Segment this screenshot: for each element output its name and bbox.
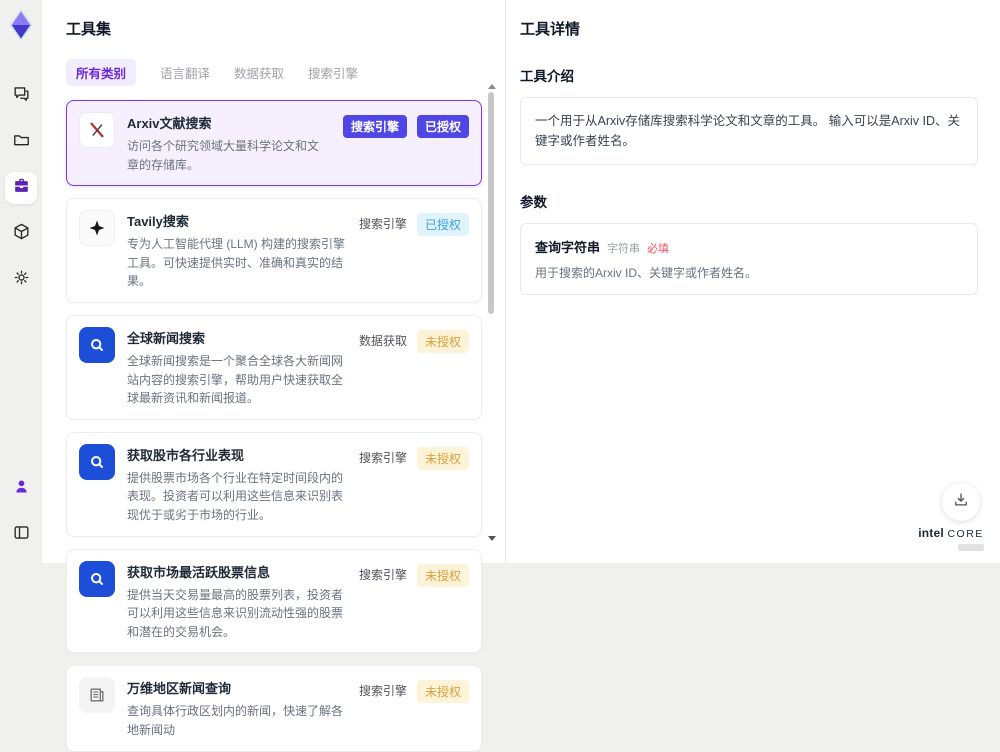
tab-translation[interactable]: 语言翻译 xyxy=(160,59,210,86)
tool-description: 提供股票市场各个行业在特定时间段内的表现。投资者可以利用这些信息来识别表现优于或… xyxy=(127,470,344,522)
sidebar-item-tools[interactable] xyxy=(5,172,37,204)
tool-card-regional-news[interactable]: 万维地区新闻查询 查询具体行政区划内的新闻，快速了解各地新闻动 搜索引擎 未授权 xyxy=(66,665,482,752)
tool-card-most-active-stocks[interactable]: 获取市场最活跃股票信息 提供当天交易量最高的股票列表，投资者可以利用这些信息来识… xyxy=(66,548,482,654)
detail-title: 工具详情 xyxy=(520,21,581,38)
sidebar-item-plugins[interactable] xyxy=(5,218,37,250)
param-name: 查询字符串 xyxy=(535,240,601,255)
category-badge: 搜索引擎 xyxy=(342,115,407,138)
tool-name: Tavily搜索 xyxy=(127,214,189,230)
scroll-up-arrow[interactable] xyxy=(488,84,496,89)
tool-name: 全球新闻搜索 xyxy=(127,330,206,346)
tab-data-fetch[interactable]: 数据获取 xyxy=(234,59,284,86)
tool-description: 访问各个研究领域大量科学论文和文章的存储库。 xyxy=(127,139,320,172)
param-required-flag: 必填 xyxy=(647,243,670,255)
sidebar-item-collapse[interactable] xyxy=(5,519,37,551)
intro-heading: 工具介绍 xyxy=(520,69,574,84)
download-icon xyxy=(952,491,970,514)
status-badge: 已授权 xyxy=(416,213,469,237)
app-logo xyxy=(4,8,38,42)
sidebar-item-user[interactable] xyxy=(5,473,37,505)
gear-icon xyxy=(12,268,31,292)
sidebar-item-files[interactable] xyxy=(5,126,37,158)
tool-name: Arxiv文献搜索 xyxy=(127,116,212,131)
brand-core-text: CORE xyxy=(947,528,984,540)
scroll-down-arrow[interactable] xyxy=(488,536,496,541)
status-badge: 未授权 xyxy=(416,680,469,704)
tool-name: 万维地区新闻查询 xyxy=(127,681,232,697)
tavily-star-icon xyxy=(79,210,115,247)
chat-icon xyxy=(12,84,31,108)
category-label: 搜索引擎 xyxy=(358,450,407,465)
status-badge: 已授权 xyxy=(416,115,469,138)
param-type: 字符串 xyxy=(607,243,641,255)
category-label: 搜索引擎 xyxy=(358,567,407,582)
toolbox-icon xyxy=(12,176,31,200)
cube-icon xyxy=(12,222,31,246)
status-badge: 未授权 xyxy=(416,563,469,587)
list-scrollbar[interactable] xyxy=(487,84,496,563)
stock-search-icon xyxy=(79,560,115,597)
user-icon xyxy=(12,477,31,501)
tool-description: 提供当天交易量最高的股票列表，投资者可以利用这些信息来识别流动性强的股票和潜在的… xyxy=(127,587,344,639)
category-label: 搜索引擎 xyxy=(358,684,407,699)
intro-text: 一个用于从Arxiv存储库搜索科学论文和文章的工具。 输入可以是Arxiv ID… xyxy=(535,114,961,148)
tool-name: 获取市场最活跃股票信息 xyxy=(127,564,271,580)
news-search-icon xyxy=(79,326,115,363)
tool-list: Arxiv文献搜索 访问各个研究领域大量科学论文和文章的存储库。 搜索引擎 已授… xyxy=(66,100,482,752)
newspaper-icon xyxy=(79,677,115,714)
tool-name: 获取股市各行业表现 xyxy=(127,447,245,463)
scrollbar-thumb[interactable] xyxy=(488,92,494,314)
param-box: 查询字符串 字符串 必填 用于搜索的Arxiv ID、关键字或作者姓名。 xyxy=(520,223,978,295)
params-heading: 参数 xyxy=(520,195,547,210)
folder-icon xyxy=(12,130,31,154)
stock-search-icon xyxy=(79,443,115,480)
tab-all-categories[interactable]: 所有类别 xyxy=(66,59,137,86)
tool-card-global-news[interactable]: 全球新闻搜索 全球新闻搜索是一个聚合全球各大新闻网站内容的搜索引擎，帮助用户快速… xyxy=(66,314,482,420)
arxiv-icon xyxy=(79,112,115,148)
status-badge: 未授权 xyxy=(416,329,469,353)
panel-toggle-icon xyxy=(12,523,31,547)
sidebar-item-chat[interactable] xyxy=(5,80,37,112)
page-title: 工具集 xyxy=(66,21,112,38)
brand-sub-mark xyxy=(958,544,984,551)
param-description: 用于搜索的Arxiv ID、关键字或作者姓名。 xyxy=(535,266,758,280)
brand-intel-text: intel xyxy=(918,526,944,540)
tool-description: 专为人工智能代理 (LLM) 构建的搜索引擎工具。可快速提供实时、准确和真实的结… xyxy=(127,237,346,289)
category-label: 搜索引擎 xyxy=(358,217,407,232)
intro-box: 一个用于从Arxiv存储库搜索科学论文和文章的工具。 输入可以是Arxiv ID… xyxy=(520,97,978,165)
tool-detail-panel: 工具详情 工具介绍 一个用于从Arxiv存储库搜索科学论文和文章的工具。 输入可… xyxy=(506,0,1000,563)
tool-description: 查询具体行政区划内的新闻，快速了解各地新闻动 xyxy=(127,704,344,737)
download-button[interactable] xyxy=(942,483,980,521)
tool-card-sector-performance[interactable]: 获取股市各行业表现 提供股票市场各个行业在特定时间段内的表现。投资者可以利用这些… xyxy=(66,431,482,537)
category-tabs: 所有类别 语言翻译 数据获取 搜索引擎 xyxy=(66,59,505,86)
tool-collection-panel: 工具集 所有类别 语言翻译 数据获取 搜索引擎 Arxiv文献搜索 访问各个研究… xyxy=(42,0,505,752)
left-sidebar xyxy=(0,0,42,563)
category-label: 数据获取 xyxy=(358,333,407,348)
sidebar-item-settings[interactable] xyxy=(5,264,37,296)
tool-description: 全球新闻搜索是一个聚合全球各大新闻网站内容的搜索引擎，帮助用户快速获取全球最新资… xyxy=(127,353,344,406)
status-badge: 未授权 xyxy=(416,446,469,470)
tool-card-tavily[interactable]: Tavily搜索 专为人工智能代理 (LLM) 构建的搜索引擎工具。可快速提供实… xyxy=(66,198,482,303)
content-area: 工具集 所有类别 语言翻译 数据获取 搜索引擎 Arxiv文献搜索 访问各个研究… xyxy=(42,0,1000,752)
tool-card-arxiv[interactable]: Arxiv文献搜索 访问各个研究领域大量科学论文和文章的存储库。 搜索引擎 已授… xyxy=(66,100,482,187)
intel-core-logo: intel CORE xyxy=(918,524,984,551)
tab-search-engine[interactable]: 搜索引擎 xyxy=(308,59,358,86)
